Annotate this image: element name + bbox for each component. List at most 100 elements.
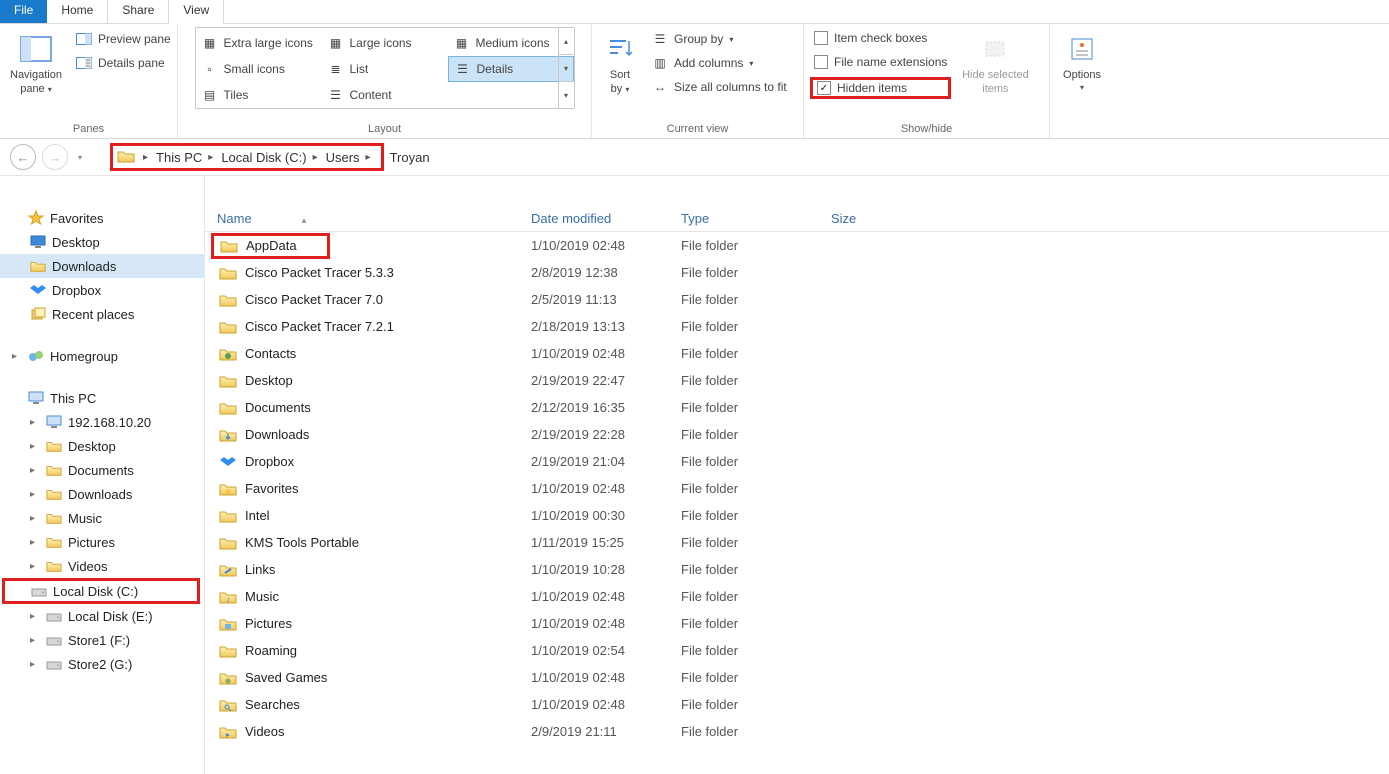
layout-scroll-down[interactable]: ▾: [559, 55, 574, 82]
column-name[interactable]: Name▴: [205, 211, 531, 226]
tree-pc-item[interactable]: ▸Store1 (F:): [0, 628, 204, 652]
group-by-button[interactable]: ☰Group by ▾: [648, 29, 791, 49]
tree-pc-item[interactable]: ▸Pictures: [0, 530, 204, 554]
layout-large-icons[interactable]: ▦Large icons: [322, 30, 448, 56]
tab-file[interactable]: File: [0, 0, 47, 23]
tree-pc-item[interactable]: ▸Videos: [0, 554, 204, 578]
file-row[interactable]: Saved Games1/10/2019 02:48File folder: [205, 664, 1389, 691]
tab-share[interactable]: Share: [108, 0, 169, 23]
tree-pc-item[interactable]: ▸Local Disk (E:): [0, 604, 204, 628]
file-row[interactable]: Dropbox2/19/2019 21:04File folder: [205, 448, 1389, 475]
options-label: Options: [1063, 69, 1101, 81]
folder-icon: [219, 480, 237, 498]
item-check-boxes-toggle[interactable]: Item check boxes: [810, 29, 951, 47]
tree-fav-item[interactable]: Recent places: [0, 302, 204, 326]
file-name: Saved Games: [245, 670, 327, 685]
layout-tiles[interactable]: ▤Tiles: [196, 82, 322, 108]
options-button[interactable]: Options ▾: [1056, 27, 1108, 96]
forward-button[interactable]: →: [42, 144, 68, 170]
tree-pc-item[interactable]: ▸Desktop: [0, 434, 204, 458]
navigation-pane-button[interactable]: Navigation pane ▾: [6, 27, 66, 99]
layout-medium-icons[interactable]: ▦Medium icons: [448, 30, 574, 56]
tab-view[interactable]: View: [169, 0, 224, 24]
tree-thispc[interactable]: This PC: [0, 386, 204, 410]
tree-fav-item[interactable]: Desktop: [0, 230, 204, 254]
breadcrumb-thispc[interactable]: This PC▸: [152, 150, 217, 165]
tree-pc-item[interactable]: ▸192.168.10.20: [0, 410, 204, 434]
size-columns-button[interactable]: ↔Size all columns to fit: [648, 77, 791, 97]
tree-pc-item[interactable]: ▸Downloads: [0, 482, 204, 506]
grid-icon: ▦: [202, 35, 218, 51]
star-icon: [28, 210, 44, 226]
file-row[interactable]: ♪Music1/10/2019 02:48File folder: [205, 583, 1389, 610]
column-date[interactable]: Date modified: [531, 211, 681, 226]
sort-by-button[interactable]: Sort by ▾: [598, 27, 642, 99]
breadcrumb[interactable]: ▸ This PC▸ Local Disk (C:)▸ Users▸: [110, 143, 384, 171]
layout-scroll-up[interactable]: ▴: [559, 28, 574, 55]
file-row[interactable]: Intel1/10/2019 00:30File folder: [205, 502, 1389, 529]
folder-icon: [220, 237, 238, 255]
dropbox-icon: [30, 282, 46, 298]
tree-fav-item[interactable]: Dropbox: [0, 278, 204, 302]
file-row[interactable]: Documents2/12/2019 16:35File folder: [205, 394, 1389, 421]
ribbon-group-layout: ▦Extra large icons ▦Large icons ▦Medium …: [178, 24, 592, 138]
ribbon-group-showhide-label: Show/hide: [810, 121, 1043, 136]
layout-content[interactable]: ☰Content: [322, 82, 448, 108]
file-name: Videos: [245, 724, 285, 739]
column-size[interactable]: Size: [831, 211, 931, 226]
file-row[interactable]: Links1/10/2019 10:28File folder: [205, 556, 1389, 583]
column-type[interactable]: Type: [681, 211, 831, 226]
layout-list[interactable]: ≣List: [322, 56, 448, 82]
tree-pc-item[interactable]: ▸Music: [0, 506, 204, 530]
layout-small-icons[interactable]: ▫Small icons: [196, 56, 322, 82]
file-row[interactable]: Desktop2/19/2019 22:47File folder: [205, 367, 1389, 394]
svg-text:♪: ♪: [226, 595, 230, 604]
list-icon: ≣: [328, 61, 344, 77]
tree-favorites[interactable]: Favorites: [0, 206, 204, 230]
sort-indicator-icon: ▴: [252, 215, 307, 225]
tree-pc-item[interactable]: ▸Documents: [0, 458, 204, 482]
breadcrumb-users[interactable]: Users▸: [322, 150, 375, 165]
layout-extra-large-icons[interactable]: ▦Extra large icons: [196, 30, 322, 56]
file-name-extensions-toggle[interactable]: File name extensions: [810, 53, 951, 71]
hide-selected-button[interactable]: Hide selected items: [957, 27, 1033, 99]
drive-icon: [46, 632, 62, 648]
layout-details[interactable]: ☰Details: [448, 56, 574, 82]
file-row[interactable]: KMS Tools Portable1/11/2019 15:25File fo…: [205, 529, 1389, 556]
layout-scroll-more[interactable]: ▾: [559, 82, 574, 108]
breadcrumb-localdisk[interactable]: Local Disk (C:)▸: [217, 150, 321, 165]
tab-home[interactable]: Home: [47, 0, 108, 23]
file-row[interactable]: Videos2/9/2019 21:11File folder: [205, 718, 1389, 745]
details-pane-button[interactable]: Details pane: [72, 53, 175, 73]
file-name: Links: [245, 562, 275, 577]
back-button[interactable]: ←: [10, 144, 36, 170]
add-columns-button[interactable]: ▥Add columns ▾: [648, 53, 791, 73]
file-row[interactable]: Searches1/10/2019 02:48File folder: [205, 691, 1389, 718]
file-row[interactable]: AppData1/10/2019 02:48File folder: [205, 232, 1389, 259]
history-dropdown[interactable]: ▾: [74, 153, 86, 162]
file-date: 1/10/2019 02:48: [531, 589, 681, 604]
hidden-items-toggle[interactable]: ✓Hidden items: [810, 77, 951, 99]
breadcrumb-current[interactable]: Troyan: [384, 150, 434, 165]
file-row[interactable]: Downloads2/19/2019 22:28File folder: [205, 421, 1389, 448]
group-icon: ☰: [652, 31, 668, 47]
hide-selected-label2: items: [982, 83, 1008, 95]
drive-icon: [46, 608, 62, 624]
folder-icon: [219, 426, 237, 444]
tree-item-label: Desktop: [68, 439, 116, 454]
file-row[interactable]: Cisco Packet Tracer 7.2.12/18/2019 13:13…: [205, 313, 1389, 340]
file-row[interactable]: Roaming1/10/2019 02:54File folder: [205, 637, 1389, 664]
tree-homegroup[interactable]: ▸ Homegroup: [0, 344, 204, 368]
file-row[interactable]: Cisco Packet Tracer 7.02/5/2019 11:13Fil…: [205, 286, 1389, 313]
file-date: 1/10/2019 02:48: [531, 670, 681, 685]
tree-fav-item[interactable]: Downloads: [0, 254, 204, 278]
tree-pc-item[interactable]: ▸Store2 (G:): [0, 652, 204, 676]
tree-pc-item[interactable]: Local Disk (C:): [2, 578, 200, 604]
file-row[interactable]: Cisco Packet Tracer 5.3.32/8/2019 12:38F…: [205, 259, 1389, 286]
file-date: 2/19/2019 22:28: [531, 427, 681, 442]
preview-pane-button[interactable]: Preview pane: [72, 29, 175, 49]
file-row[interactable]: Favorites1/10/2019 02:48File folder: [205, 475, 1389, 502]
file-row[interactable]: Pictures1/10/2019 02:48File folder: [205, 610, 1389, 637]
preview-pane-icon: [76, 31, 92, 47]
file-row[interactable]: Contacts1/10/2019 02:48File folder: [205, 340, 1389, 367]
